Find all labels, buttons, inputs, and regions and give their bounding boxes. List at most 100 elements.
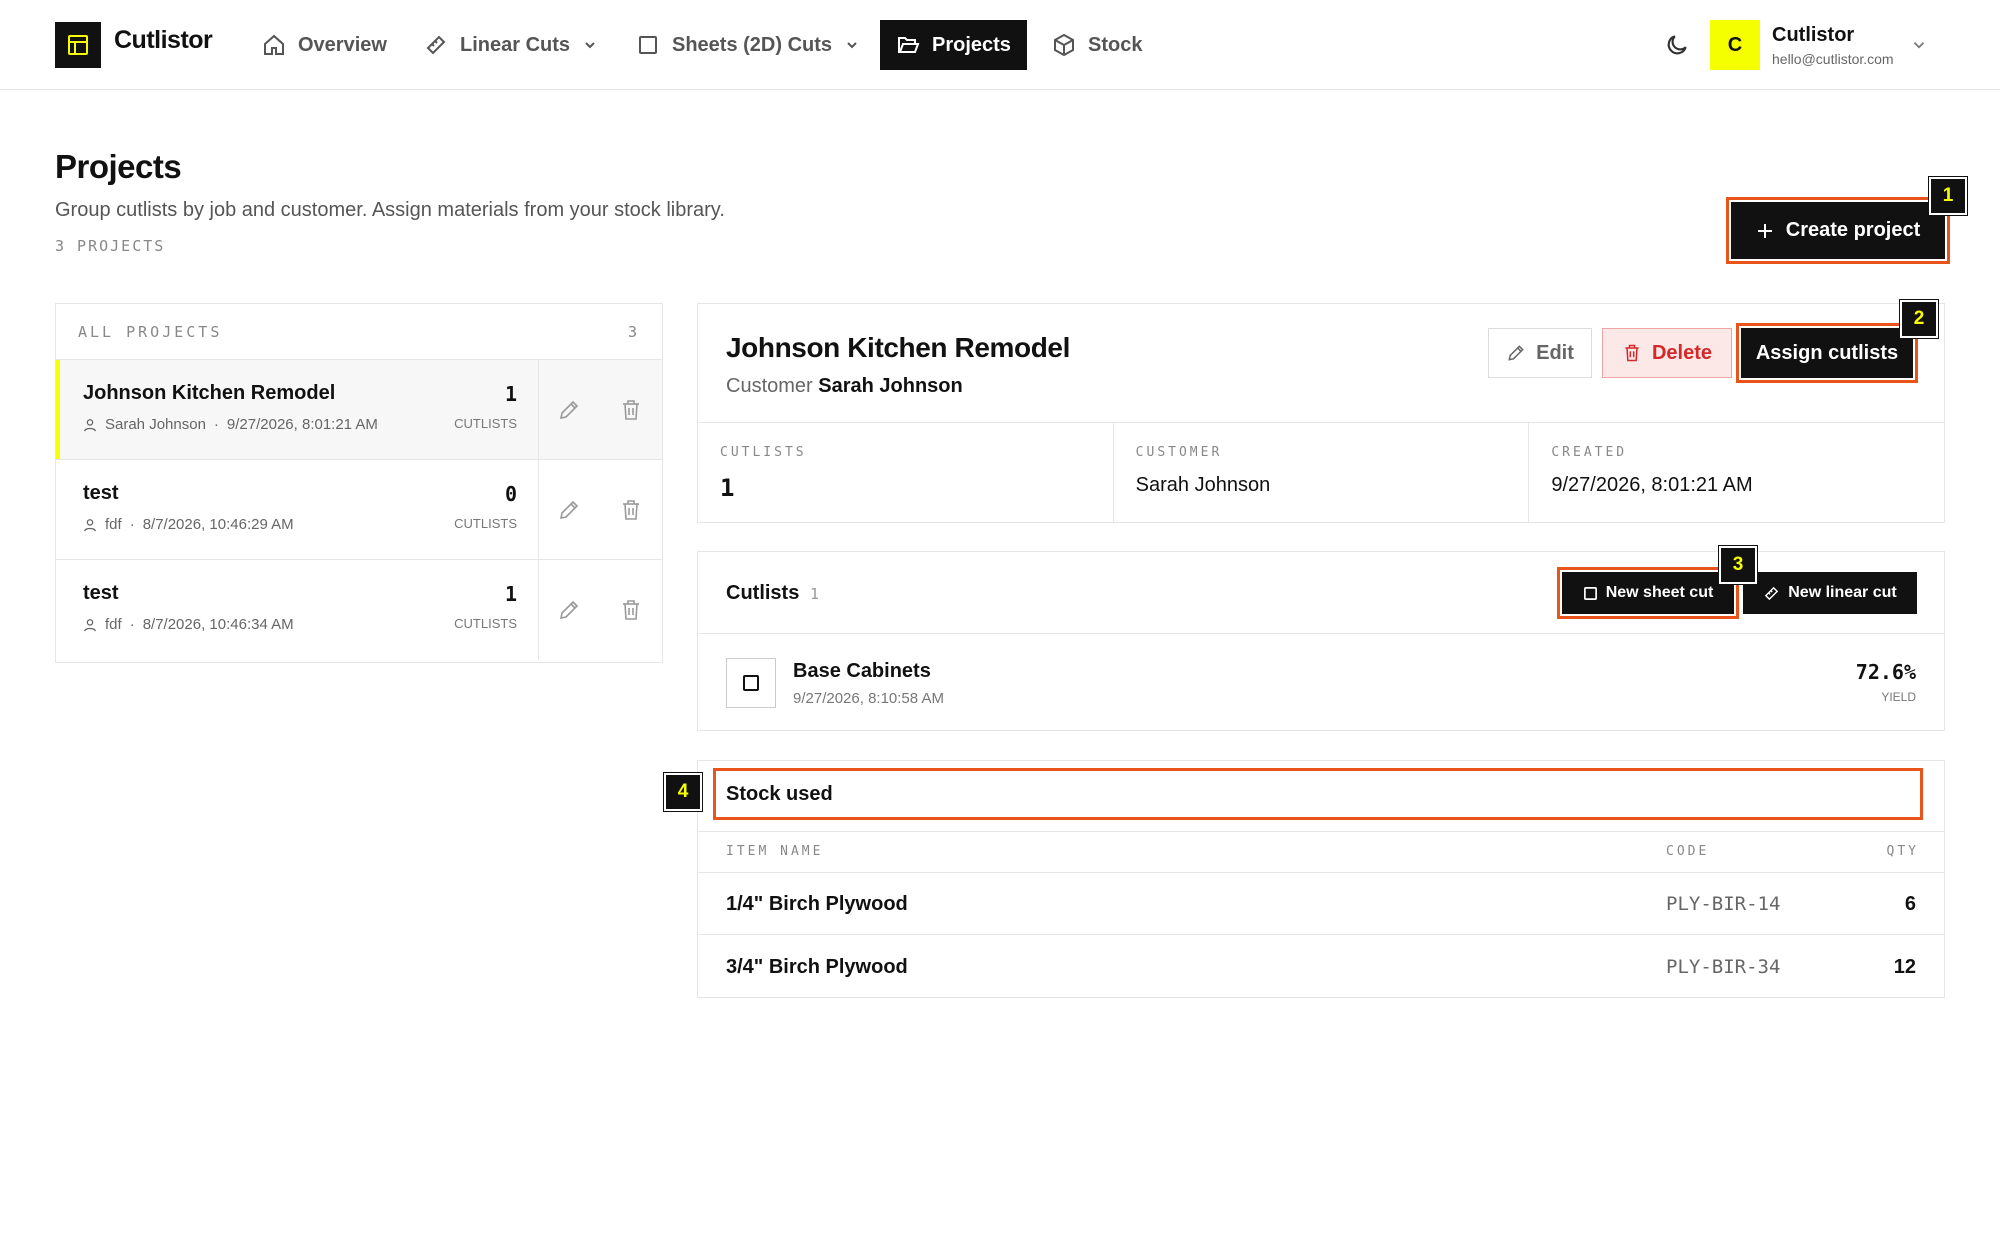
nav-projects-label: Projects <box>932 33 1011 56</box>
meta-separator: · <box>213 416 219 433</box>
project-date: 8/7/2026, 10:46:29 AM <box>142 516 294 533</box>
projects-count: 3 PROJECTS <box>55 237 166 255</box>
top-navigation-bar: Cutlistor Overview Linear Cuts Sheets (2… <box>0 0 2000 90</box>
pencil-icon <box>559 500 579 520</box>
annotation-marker-3: 3 <box>1719 546 1757 584</box>
nav-linear-cuts-label: Linear Cuts <box>460 33 571 56</box>
create-project-button[interactable]: Create project <box>1726 197 1950 264</box>
annotation-marker-1: 1 <box>1929 177 1967 215</box>
nav-stock[interactable]: Stock <box>1036 20 1158 70</box>
pencil-icon <box>1508 345 1524 361</box>
project-cutlist-unit: CUTLISTS <box>454 516 517 531</box>
stat-label: CUTLISTS <box>720 445 807 460</box>
project-detail-customer: Customer Sarah Johnson <box>726 375 963 398</box>
user-name[interactable]: Cutlistor <box>1772 24 1854 47</box>
projects-list-header: ALL PROJECTS 3 <box>56 304 662 360</box>
nav-linear-cuts[interactable]: Linear Cuts <box>408 20 614 70</box>
ruler-icon <box>1765 586 1779 600</box>
project-row-1[interactable]: test fdf · 8/7/2026, 10:46:29 AM 0 CUTLI… <box>56 460 662 560</box>
cutlist-name: Base Cabinets <box>793 660 931 682</box>
cutlist-yield: 72.6% <box>1855 660 1916 684</box>
meta-separator: · <box>129 516 135 533</box>
project-cutlist-unit: CUTLISTS <box>454 416 517 431</box>
delete-project-button[interactable] <box>619 498 643 522</box>
project-row-2[interactable]: test fdf · 8/7/2026, 10:46:34 AM 1 CUTLI… <box>56 560 662 660</box>
user-menu-toggle[interactable] <box>1910 36 1928 54</box>
edit-project-button[interactable] <box>557 398 581 422</box>
new-sheet-cut-button[interactable]: New sheet cut <box>1557 567 1739 619</box>
stat-value: Sarah Johnson <box>1135 474 1271 496</box>
stat-label: CUSTOMER <box>1135 445 1223 460</box>
edit-label: Edit <box>1536 341 1574 364</box>
stock-item-qty: 12 <box>1893 956 1916 978</box>
stock-item-code: PLY-BIR-14 <box>1666 893 1781 915</box>
avatar[interactable]: C <box>1710 20 1760 70</box>
box-icon <box>1054 33 1074 57</box>
delete-project-button[interactable] <box>619 598 643 622</box>
cutlists-card: Cutlists 1 New sheet cut New linear cut … <box>697 551 1945 731</box>
home-icon <box>264 34 284 55</box>
project-row-actions <box>538 360 662 459</box>
layout-icon <box>68 35 88 55</box>
table-row[interactable]: 3/4" Birch Plywood PLY-BIR-34 12 <box>698 936 1944 998</box>
user-icon <box>84 418 96 431</box>
stock-item-code: PLY-BIR-34 <box>1666 956 1781 978</box>
project-customer: fdf <box>105 616 122 633</box>
assign-cutlists-button[interactable]: Assign cutlists <box>1736 323 1918 383</box>
assign-cutlists-label: Assign cutlists <box>1755 341 1899 364</box>
moon-icon <box>1667 35 1687 55</box>
project-meta: fdf · 8/7/2026, 10:46:29 AM <box>83 516 294 533</box>
nav-sheets-cuts-label: Sheets (2D) Cuts <box>672 33 833 56</box>
project-meta: Sarah Johnson · 9/27/2026, 8:01:21 AM <box>83 416 378 433</box>
new-linear-cut-button[interactable]: New linear cut <box>1743 572 1917 614</box>
project-date: 9/27/2026, 8:01:21 AM <box>226 416 378 433</box>
user-icon <box>84 618 96 631</box>
annotation-marker-4: 4 <box>664 773 702 811</box>
project-name: test <box>83 482 119 504</box>
pencil-icon <box>559 400 579 420</box>
stat-cutlists: CUTLISTS 1 <box>698 423 1114 523</box>
stat-customer: CUSTOMER Sarah Johnson <box>1114 423 1530 523</box>
project-cutlist-count: 1 <box>504 382 517 406</box>
cutlists-title: Cutlists <box>726 582 800 604</box>
project-date: 8/7/2026, 10:46:34 AM <box>142 616 294 633</box>
new-sheet-cut-label: New sheet cut <box>1605 584 1714 601</box>
nav-sheets-cuts[interactable]: Sheets (2D) Cuts <box>620 20 876 70</box>
stock-item-name: 3/4" Birch Plywood <box>726 956 908 978</box>
nav-overview[interactable]: Overview <box>246 20 403 70</box>
project-row-0[interactable]: Johnson Kitchen Remodel Sarah Johnson · … <box>56 360 662 460</box>
projects-list-count: 3 <box>627 322 640 341</box>
trash-icon <box>623 500 639 520</box>
trash-icon <box>623 400 639 420</box>
nav-projects[interactable]: Projects <box>880 20 1027 70</box>
edit-project-button[interactable] <box>557 498 581 522</box>
theme-toggle-button[interactable] <box>1664 32 1690 58</box>
annotation-marker-2: 2 <box>1900 300 1938 338</box>
app-logo[interactable] <box>55 22 101 68</box>
project-cutlist-count: 1 <box>504 582 517 606</box>
project-detail-title: Johnson Kitchen Remodel <box>726 332 1070 363</box>
delete-project-button[interactable] <box>619 398 643 422</box>
project-row-actions <box>538 460 662 559</box>
edit-button[interactable]: Edit <box>1488 328 1592 378</box>
square-icon <box>743 675 759 691</box>
project-cutlist-count: 0 <box>504 482 517 506</box>
brand-name[interactable]: Cutlistor <box>114 26 213 55</box>
square-icon <box>639 36 657 54</box>
user-email: hello@cutlistor.com <box>1772 51 1894 67</box>
square-icon <box>1583 586 1597 600</box>
table-row[interactable]: 1/4" Birch Plywood PLY-BIR-14 6 <box>698 873 1944 935</box>
new-linear-cut-label: New linear cut <box>1788 584 1897 601</box>
project-meta: fdf · 8/7/2026, 10:46:34 AM <box>83 616 294 633</box>
edit-project-button[interactable] <box>557 598 581 622</box>
chevron-down-icon <box>585 42 595 49</box>
project-name: Johnson Kitchen Remodel <box>83 382 336 404</box>
user-icon <box>84 518 96 531</box>
chevron-down-icon <box>847 42 857 49</box>
cutlist-date: 9/27/2026, 8:10:58 AM <box>793 690 944 707</box>
project-customer: Sarah Johnson <box>105 416 206 433</box>
folder-open-icon <box>898 37 920 53</box>
project-cutlist-unit: CUTLISTS <box>454 616 517 631</box>
delete-button[interactable]: Delete <box>1602 328 1732 378</box>
page-subtitle: Group cutlists by job and customer. Assi… <box>55 199 725 221</box>
